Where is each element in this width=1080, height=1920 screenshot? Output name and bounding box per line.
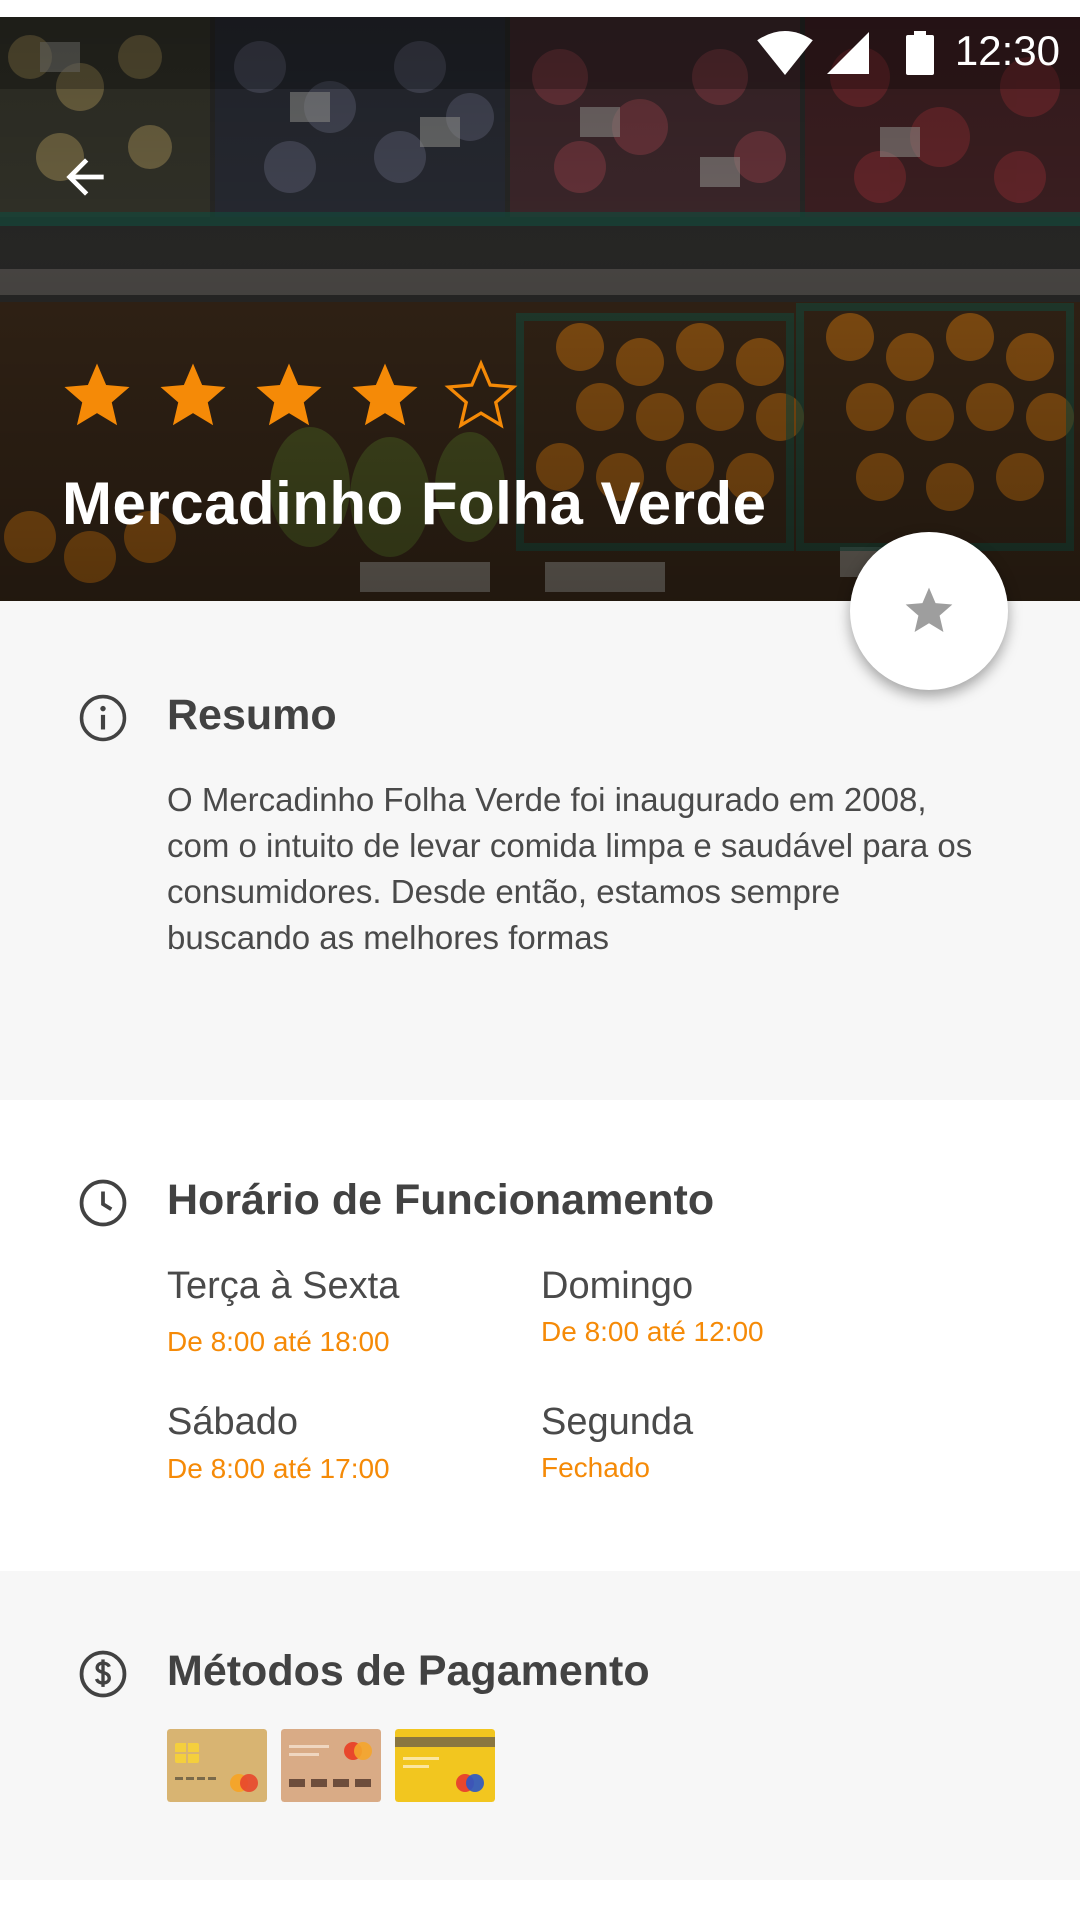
star-filled-icon xyxy=(256,363,322,426)
star-filled-icon xyxy=(352,363,418,426)
hours-time-1: De 8:00 até 18:00 xyxy=(167,1326,390,1357)
clock-icon xyxy=(79,1179,127,1227)
hours-day-2: Domingo xyxy=(541,1265,694,1307)
hours-day-4: Segunda xyxy=(541,1401,694,1443)
star-filled-icon xyxy=(64,363,130,426)
store-title: Mercadinho Folha Verde xyxy=(62,470,767,537)
battery-icon xyxy=(906,31,934,75)
summary-title: Resumo xyxy=(167,691,337,739)
wifi-icon xyxy=(757,31,813,75)
star-icon xyxy=(905,587,953,632)
hours-time-3: De 8:00 até 17:00 xyxy=(167,1453,390,1484)
star-filled-icon xyxy=(160,363,226,426)
debit-card-icon[interactable] xyxy=(281,1729,381,1802)
hero-header: Mercadinho Folha Verde xyxy=(0,17,1080,601)
arrow-left-icon xyxy=(66,158,104,196)
dollar-icon xyxy=(79,1650,127,1698)
back-button[interactable] xyxy=(50,147,120,207)
rating-stars xyxy=(58,357,520,435)
payment-cards xyxy=(167,1729,495,1802)
info-icon xyxy=(79,694,127,742)
payment-title: Métodos de Pagamento xyxy=(167,1647,650,1695)
hours-day-1: Terça à Sexta xyxy=(167,1265,400,1307)
hours-time-2: De 8:00 até 12:00 xyxy=(541,1316,764,1347)
hours-title: Horário de Funcionamento xyxy=(167,1176,715,1224)
summary-text: O Mercadinho Folha Verde foi inaugurado … xyxy=(167,781,973,956)
hours-day-3: Sábado xyxy=(167,1401,299,1443)
credit-card-icon[interactable] xyxy=(395,1729,495,1802)
chip-card-icon[interactable] xyxy=(167,1729,267,1802)
status-bar: 12:30 xyxy=(0,17,1080,89)
payment-section: Métodos de Pagamento xyxy=(0,1571,1080,1880)
hours-section: Horário de Funcionamento Terça à Sexta D… xyxy=(0,1100,1080,1571)
hours-time-4: Fechado xyxy=(541,1452,650,1483)
star-outline-icon xyxy=(444,359,518,429)
signal-icon xyxy=(827,32,869,74)
status-icons xyxy=(757,31,935,75)
favorite-button[interactable] xyxy=(850,532,1008,690)
status-time: 12:30 xyxy=(954,27,1060,74)
